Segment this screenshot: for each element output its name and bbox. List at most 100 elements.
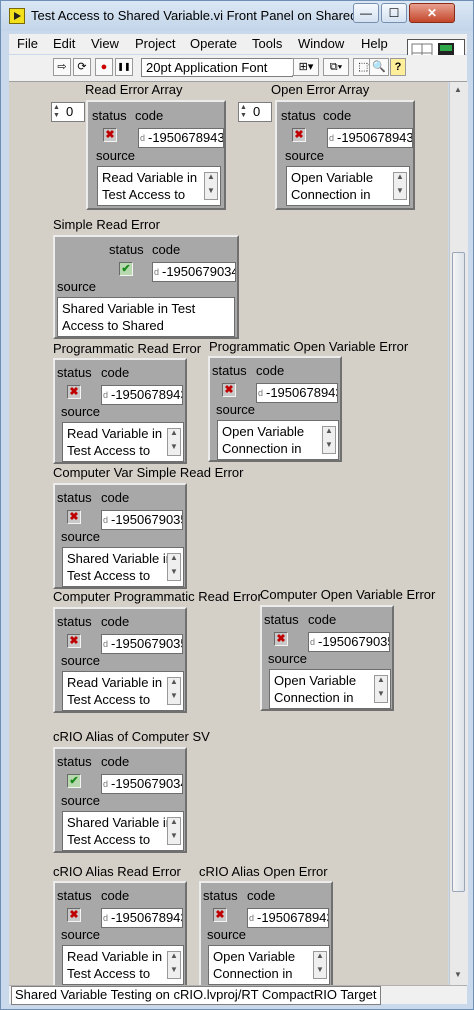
programmatic-open-variable-error-label: Programmatic Open Variable Error: [209, 339, 409, 354]
radix-icon[interactable]: d: [328, 129, 337, 147]
code-field[interactable]: d -1950678943: [256, 383, 338, 403]
radix-icon[interactable]: d: [139, 129, 148, 147]
project-target-status[interactable]: Shared Variable Testing on cRIO.lvproj/R…: [11, 986, 381, 1005]
radix-icon[interactable]: d: [102, 775, 111, 793]
computer-var-simple-read-error-cluster: status code ✖ d -1950679035 source Shared…: [53, 483, 187, 589]
status-led-error-icon[interactable]: ✖: [213, 908, 227, 922]
source-field[interactable]: Read Variable in Test Access to ▲ ▼: [97, 166, 221, 206]
radix-icon[interactable]: d: [257, 384, 266, 402]
code-field[interactable]: d -1950678943: [247, 908, 329, 928]
read-error-array-index[interactable]: ▲ ▼ 0: [51, 102, 85, 122]
menu-operate[interactable]: Operate: [190, 36, 237, 51]
open-error-array-label: Open Error Array: [271, 82, 370, 97]
distribute-objects-icon[interactable]: ⧉▾: [323, 58, 349, 76]
computer-var-simple-read-error-label: Computer Var Simple Read Error: [53, 465, 244, 480]
code-field[interactable]: d -1950678943: [101, 385, 183, 405]
menu-help[interactable]: Help: [361, 36, 388, 51]
title-bar[interactable]: Test Access to Shared Variable.vi Front …: [1, 1, 473, 31]
code-field[interactable]: d -1950679035: [308, 632, 390, 652]
code-value: -1950678943: [337, 130, 413, 145]
code-value: -1950679035: [111, 512, 183, 527]
source-field[interactable]: Open Variable Connection in ▲ ▼: [269, 669, 391, 709]
align-objects-icon[interactable]: ⊞▾: [293, 58, 319, 76]
help-icon[interactable]: ?: [390, 58, 406, 76]
menu-bar: File Edit View Project Operate Tools Win…: [9, 34, 467, 54]
status-led-error-icon[interactable]: ✖: [292, 128, 306, 142]
maximize-button[interactable]: ☐: [381, 3, 407, 23]
source-scrollbar-icon[interactable]: ▲ ▼: [167, 817, 181, 845]
source-field[interactable]: Read Variable in Test Access to ▲ ▼: [62, 671, 184, 711]
minimize-button[interactable]: —: [353, 3, 379, 23]
source-field[interactable]: Open Variable Connection in ▲ ▼: [208, 945, 330, 985]
menu-project[interactable]: Project: [135, 36, 175, 51]
status-led-error-icon[interactable]: ✖: [274, 632, 288, 646]
code-field[interactable]: d -1950678943: [138, 128, 224, 148]
code-field[interactable]: d -1950679034: [101, 774, 183, 794]
radix-icon[interactable]: d: [102, 386, 111, 404]
status-led-ok-icon[interactable]: ✔: [119, 262, 133, 276]
code-value: -1950679034: [162, 264, 236, 279]
vertical-scrollbar[interactable]: ▲ ▼: [449, 82, 468, 985]
source-scrollbar-icon[interactable]: ▲ ▼: [393, 172, 407, 200]
status-led-ok-icon[interactable]: ✔: [67, 774, 81, 788]
index-updown-icon[interactable]: ▲ ▼: [53, 104, 63, 120]
search-icon[interactable]: 🔍: [369, 58, 389, 76]
source-field[interactable]: Shared Variable in Test Access to Shared: [57, 297, 235, 337]
status-led-error-icon[interactable]: ✖: [67, 510, 81, 524]
close-button[interactable]: ✕: [409, 3, 455, 23]
status-led-error-icon[interactable]: ✖: [222, 383, 236, 397]
code-field[interactable]: d -1950679035: [101, 510, 183, 530]
code-field[interactable]: d -1950679035: [101, 634, 183, 654]
code-field[interactable]: d -1950678943: [327, 128, 413, 148]
read-error-array-label: Read Error Array: [85, 82, 183, 97]
code-label: code: [135, 108, 164, 123]
source-scrollbar-icon[interactable]: ▲ ▼: [167, 553, 181, 581]
pause-icon[interactable]: ❚❚: [115, 58, 133, 76]
source-field[interactable]: Shared Variable in Test Access to ▲ ▼: [62, 811, 184, 851]
source-field[interactable]: Open Variable Connection in ▲ ▼: [217, 420, 339, 460]
radix-icon[interactable]: d: [102, 635, 111, 653]
scroll-down-arrow-icon[interactable]: ▼: [454, 970, 462, 979]
radix-icon[interactable]: d: [248, 909, 257, 927]
status-led-error-icon[interactable]: ✖: [103, 128, 117, 142]
source-field[interactable]: Open Variable Connection in ▲ ▼: [286, 166, 410, 206]
menu-edit[interactable]: Edit: [53, 36, 75, 51]
run-continuously-icon[interactable]: ⟳: [73, 58, 91, 76]
open-error-array-index[interactable]: ▲ ▼ 0: [238, 102, 272, 122]
status-led-error-icon[interactable]: ✖: [67, 908, 81, 922]
source-scrollbar-icon[interactable]: ▲ ▼: [204, 172, 218, 200]
source-scrollbar-icon[interactable]: ▲ ▼: [167, 951, 181, 979]
code-label: code: [101, 614, 130, 629]
source-label: source: [61, 529, 101, 544]
status-led-error-icon[interactable]: ✖: [67, 634, 81, 648]
source-scrollbar-icon[interactable]: ▲ ▼: [167, 428, 181, 456]
open-error-array-element: status code ✖ d -1950678943 source Open V…: [275, 100, 415, 210]
code-field[interactable]: d -1950678943: [101, 908, 183, 928]
scroll-up-arrow-icon[interactable]: ▲: [454, 85, 462, 94]
menu-window[interactable]: Window: [298, 36, 344, 51]
source-field[interactable]: Shared Variable in Test Access to ▲ ▼: [62, 547, 184, 587]
abort-execution-icon[interactable]: ●: [95, 58, 113, 76]
radix-icon[interactable]: d: [102, 511, 111, 529]
source-field[interactable]: Read Variable in Test Access to ▲ ▼: [62, 945, 184, 985]
menu-tools[interactable]: Tools: [252, 36, 282, 51]
font-selector[interactable]: 20pt Application Font: [141, 58, 293, 77]
code-field[interactable]: d -1950679034: [152, 262, 236, 282]
source-label: source: [216, 402, 256, 417]
source-field[interactable]: Read Variable in Test Access to ▲ ▼: [62, 422, 184, 462]
menu-file[interactable]: File: [17, 36, 38, 51]
source-scrollbar-icon[interactable]: ▲ ▼: [322, 426, 336, 454]
source-scrollbar-icon[interactable]: ▲ ▼: [313, 951, 327, 979]
status-label: status: [264, 612, 299, 627]
radix-icon[interactable]: d: [309, 633, 318, 651]
source-scrollbar-icon[interactable]: ▲ ▼: [167, 677, 181, 705]
radix-icon[interactable]: d: [153, 263, 162, 281]
menu-view[interactable]: View: [91, 36, 119, 51]
status-led-error-icon[interactable]: ✖: [67, 385, 81, 399]
scrollbar-thumb[interactable]: [452, 252, 465, 892]
source-scrollbar-icon[interactable]: ▲ ▼: [374, 675, 388, 703]
run-arrow-icon[interactable]: ⇨: [53, 58, 71, 76]
crio-alias-of-computer-sv-label: cRIO Alias of Computer SV: [53, 729, 210, 744]
index-updown-icon[interactable]: ▲ ▼: [240, 104, 250, 120]
radix-icon[interactable]: d: [102, 909, 111, 927]
